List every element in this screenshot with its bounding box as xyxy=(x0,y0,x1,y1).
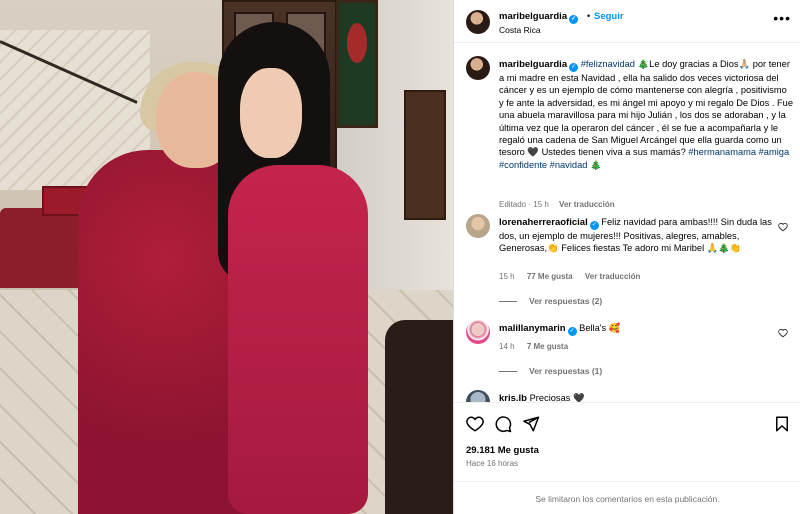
hashtag-link[interactable]: #hermanamama xyxy=(688,147,756,157)
post-photo[interactable] xyxy=(0,0,453,514)
photo-painting xyxy=(336,0,378,128)
comment-body: Preciosas 🖤 xyxy=(527,393,585,402)
comment-meta: 14 h 7 Me gusta xyxy=(499,342,578,351)
comment-text: lorenaherreraoficial ✓ Feliz navidad para… xyxy=(499,216,774,255)
comment-like-heart-icon[interactable] xyxy=(778,328,788,338)
comment-body: Bella's 🥰 xyxy=(576,323,621,333)
comment-translate-link[interactable]: Ver traducción xyxy=(585,272,641,281)
photo-person-right xyxy=(228,165,368,514)
comment-icon[interactable] xyxy=(494,415,512,433)
verified-badge-icon: ✓ xyxy=(567,327,577,336)
verified-badge-icon: ✓ xyxy=(589,221,599,230)
post-header: maribelguardia ✓ • Seguir Costa Rica ••• xyxy=(454,0,800,43)
comment-time: 14 h xyxy=(499,342,515,351)
hashtag-link[interactable]: #feliznavidad xyxy=(581,59,635,69)
verified-badge-icon: ✓ xyxy=(569,15,579,24)
author-avatar[interactable] xyxy=(466,10,490,34)
caption-translate-link[interactable]: Ver traducción xyxy=(559,200,615,209)
post-time[interactable]: Hace 16 horas xyxy=(466,459,518,468)
comments-restricted-notice: Se limitaron los comentarios en esta pub… xyxy=(454,481,800,514)
view-replies-button[interactable]: Ver respuestas (2) xyxy=(499,296,602,306)
post-side-panel: maribelguardia ✓ • Seguir Costa Rica ••• … xyxy=(453,0,800,514)
photo-door xyxy=(404,90,446,220)
hashtag-link[interactable]: #confidente xyxy=(499,160,547,170)
comment-meta: 15 h 77 Me gusta Ver traducción xyxy=(499,272,650,281)
share-icon[interactable] xyxy=(522,415,540,433)
photo-person-right-face xyxy=(240,68,302,158)
bookmark-icon[interactable] xyxy=(773,415,791,433)
caption-meta: Editado · 15 h Ver traducción xyxy=(499,200,615,209)
caption-author-avatar[interactable] xyxy=(466,56,490,80)
commenter-username[interactable]: kris.lb xyxy=(499,393,527,402)
commenter-avatar[interactable] xyxy=(466,320,490,344)
more-options-icon[interactable]: ••• xyxy=(773,10,791,26)
commenter-avatar[interactable] xyxy=(466,214,490,238)
verified-badge-icon: ✓ xyxy=(569,63,579,72)
author-username[interactable]: maribelguardia ✓ xyxy=(499,11,579,24)
post-actions: 29.181 Me gusta Hace 16 horas Se limitar… xyxy=(454,402,800,514)
comment-text: malillanymarin ✓ Bella's 🥰 xyxy=(499,322,774,336)
caption-username[interactable]: maribelguardia xyxy=(499,59,567,70)
comment-text: kris.lb Preciosas 🖤 xyxy=(499,392,774,402)
comment-likes-count[interactable]: 7 Me gusta xyxy=(527,342,568,351)
post-location[interactable]: Costa Rica xyxy=(499,25,541,35)
hashtag-link[interactable]: #navidad xyxy=(550,160,588,170)
comment-time: 15 h xyxy=(499,272,515,281)
commenter-avatar[interactable] xyxy=(466,390,490,402)
heart-icon[interactable] xyxy=(466,415,484,433)
view-replies-button[interactable]: Ver respuestas (1) xyxy=(499,366,602,376)
comment-like-heart-icon[interactable] xyxy=(778,222,788,232)
photo-chair xyxy=(385,320,453,514)
caption-body: 🎄Le doy gracias a Dios🙏🏼 por tener a mi … xyxy=(499,59,794,158)
header-separator: • xyxy=(587,11,591,21)
caption-text: maribelguardia ✓ #feliznavidad 🎄Le doy gr… xyxy=(499,58,794,171)
commenter-username[interactable]: lorenaherreraoficial xyxy=(499,217,588,228)
like-count[interactable]: 29.181 Me gusta xyxy=(466,445,539,456)
commenter-username[interactable]: malillanymarin xyxy=(499,323,566,334)
hashtag-link[interactable]: #amiga xyxy=(759,147,790,157)
caption-edited: Editado · 15 h xyxy=(499,200,549,209)
comments-scroll-area[interactable]: maribelguardia ✓ #feliznavidad 🎄Le doy gr… xyxy=(454,44,800,402)
tree-emoji: 🎄 xyxy=(590,159,602,170)
follow-button[interactable]: Seguir xyxy=(594,11,624,22)
comment-likes-count[interactable]: 77 Me gusta xyxy=(527,272,573,281)
